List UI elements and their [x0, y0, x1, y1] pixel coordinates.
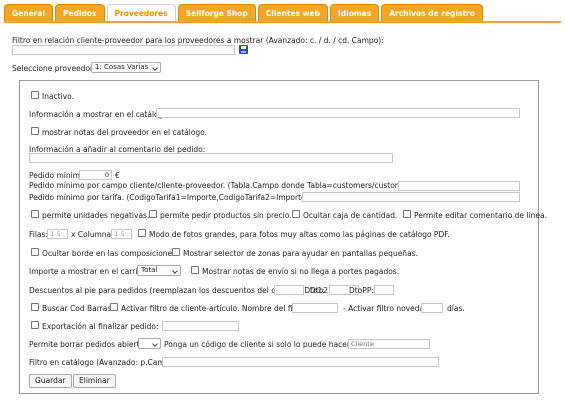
no-price-checkbox[interactable] [149, 210, 157, 218]
cart-amount-select[interactable]: Total [137, 265, 181, 276]
select-provider-label: Seleccione proveedor: [12, 64, 96, 73]
delete-button[interactable]: Eliminar [73, 374, 116, 388]
edit-comment-checkbox[interactable] [403, 210, 411, 218]
shipping-notes-checkbox[interactable] [191, 266, 199, 274]
cols-input[interactable] [111, 229, 132, 239]
novelty-filter-label: - Activar filtro novedad: [343, 304, 432, 313]
cart-amount-label: Importe a mostrar en el carrito: [29, 267, 148, 276]
hide-qty-label: Ocultar caja de cantidad. [303, 211, 398, 220]
delete-orders-label: Permite borrar pedidos abiertos: [29, 340, 151, 349]
zone-selector-label: Mostrar selector de zonas para ayudar en… [183, 249, 418, 258]
catalog-filter-input[interactable] [162, 357, 439, 367]
dtopp-input[interactable] [374, 285, 394, 295]
tab-archivos-de-registro[interactable]: Archivos de registro [381, 4, 483, 21]
filter-label: Filtro en relación cliente-proveedor par… [12, 36, 384, 45]
tab-underline [4, 21, 561, 23]
hide-border-checkbox[interactable] [31, 248, 39, 256]
show-notes-label: mostrar notas del proveedor en el catálo… [42, 128, 208, 137]
neg-units-checkbox[interactable] [31, 210, 39, 218]
tab-general[interactable]: General [4, 4, 53, 21]
min-by-field-input[interactable] [398, 181, 520, 191]
no-price-label: permite pedir productos sin precio. [160, 211, 292, 220]
min-by-rate-label: Pedido mínimo por tarifa. (CodigoTarifa1… [29, 193, 326, 202]
order-comment-input[interactable] [29, 153, 393, 163]
novelty-days-input[interactable] [421, 303, 443, 313]
save-button[interactable]: Guardar [29, 374, 72, 388]
hide-qty-checkbox[interactable] [292, 210, 300, 218]
rows-input[interactable] [47, 229, 68, 239]
catalog-info-label: Información a mostrar en el catálogo: [29, 110, 171, 119]
client-code-label: Ponga un código de cliente si solo lo pu… [164, 340, 369, 349]
export-label: Exportación al finalizar pedido: [42, 322, 159, 331]
delete-orders-select[interactable] [138, 338, 161, 349]
tab-idiomas[interactable]: Idiomas [329, 4, 380, 21]
floppy-disk-icon[interactable] [239, 45, 248, 54]
tab-bar: General Pedidos Proveedores Sellforge Sh… [4, 4, 483, 23]
tab-sellforge-shop[interactable]: Sellforge Shop [177, 4, 256, 21]
big-photos-label: Modo de fotos grandes, para fotos muy al… [149, 230, 450, 239]
inactive-label: Inactivo. [42, 92, 74, 101]
client-code-input[interactable] [348, 339, 430, 349]
client-filter-checkbox[interactable] [110, 303, 118, 311]
catalog-info-input[interactable] [156, 108, 520, 118]
catalog-filter-label: Filtro en catálogo (Avanzado: p.Campo): [29, 358, 180, 367]
tab-pedidos[interactable]: Pedidos [55, 4, 105, 21]
barcode-label: Buscar Cod Barras. [42, 304, 114, 313]
client-filter-label: Activar filtro de cliente-artículo. Nomb… [121, 304, 308, 313]
barcode-checkbox[interactable] [31, 303, 39, 311]
provider-select[interactable]: 1: Cosas Varias [91, 62, 162, 73]
days-label: días. [447, 304, 465, 313]
export-checkbox[interactable] [31, 321, 39, 329]
neg-units-label: permite unidades negativas. [42, 211, 150, 220]
min-by-rate-input[interactable] [302, 192, 520, 202]
zone-selector-checkbox[interactable] [172, 248, 180, 256]
min-by-field-label: Pedido mínimo por campo cliente/cliente-… [29, 181, 451, 190]
show-notes-checkbox[interactable] [31, 127, 39, 135]
currency-label: € [115, 171, 120, 180]
dto1-input[interactable] [274, 285, 304, 295]
edit-comment-label: Permite editar comentario de linea. [414, 211, 547, 220]
dto2-label: Dto2: [310, 286, 331, 295]
tab-clientes-web[interactable]: Clientes web [257, 4, 328, 21]
export-input[interactable] [162, 321, 239, 331]
filter-input[interactable] [12, 45, 235, 55]
shipping-notes-label: Mostrar notas de envío si no llega a por… [202, 267, 400, 276]
hide-border-label: Ocultar borde en las composiciones. [42, 249, 179, 258]
client-filter-name-input[interactable] [292, 303, 338, 313]
inactive-checkbox[interactable] [31, 91, 39, 99]
min-order-input[interactable] [79, 170, 112, 180]
dtopp-label: DtoPP: [349, 286, 374, 295]
big-photos-checkbox[interactable] [138, 229, 146, 237]
rows-label: Filas: [29, 230, 48, 239]
